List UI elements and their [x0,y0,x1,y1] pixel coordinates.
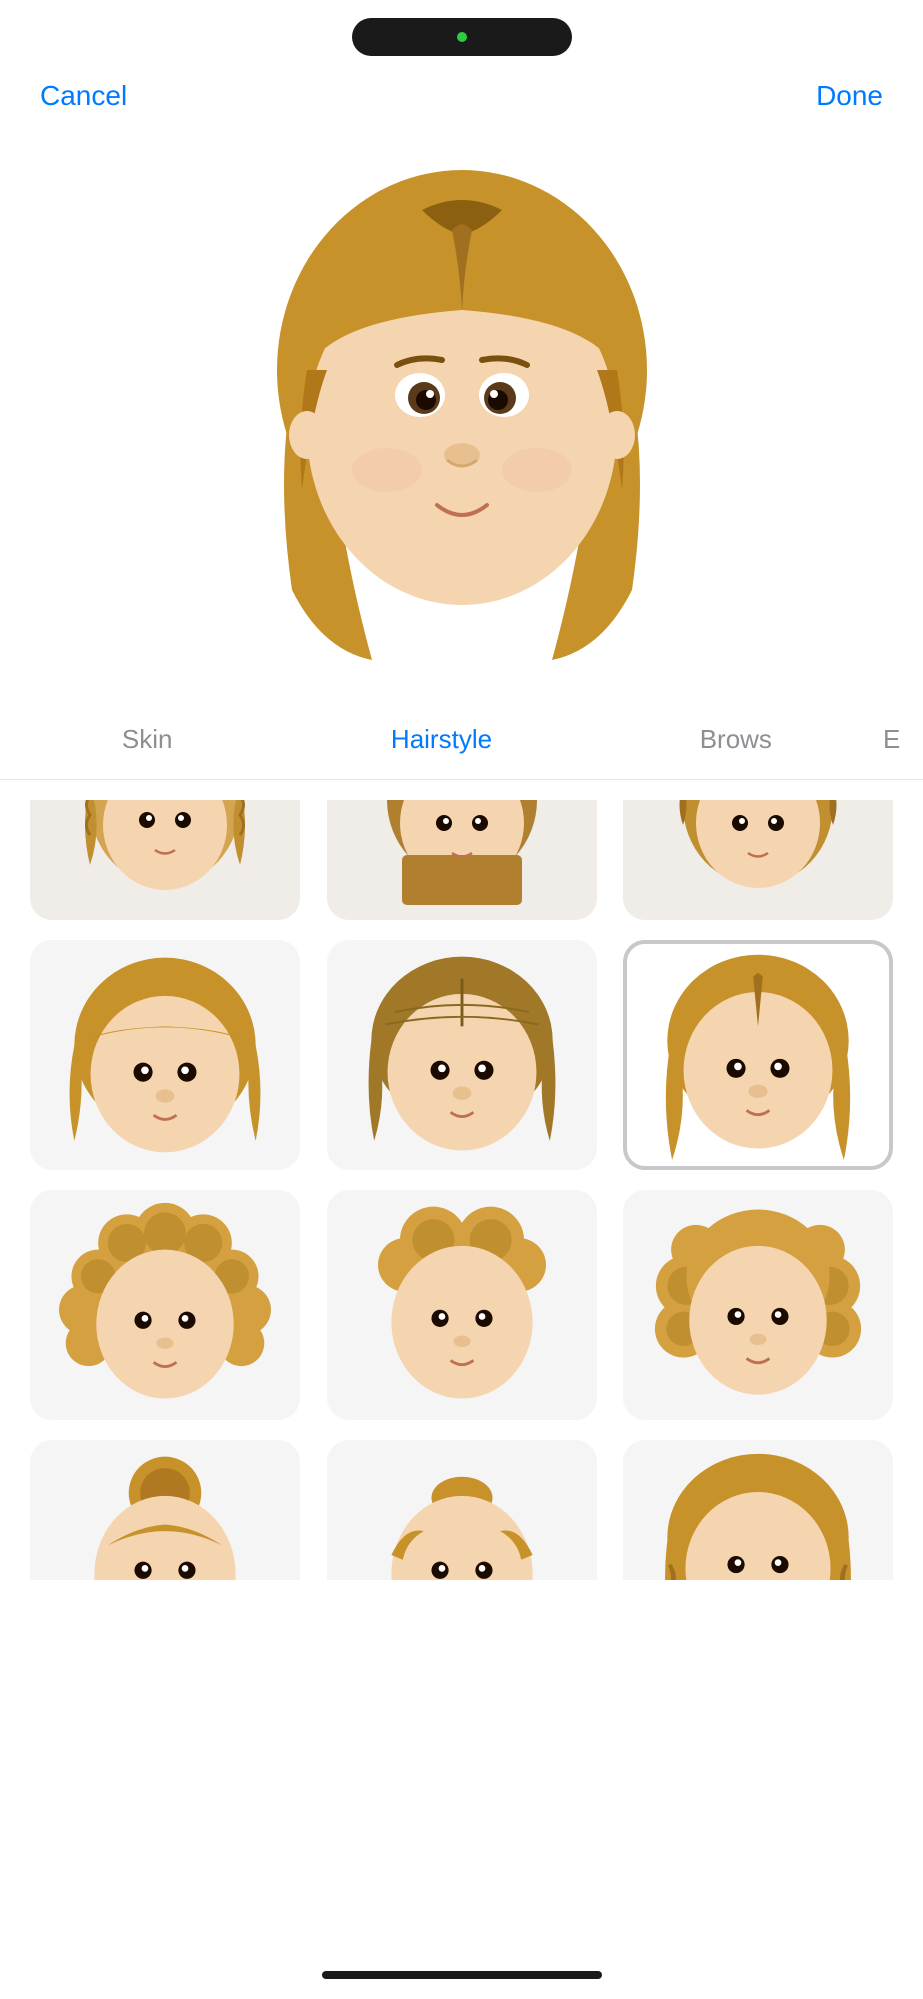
hair-cell-h4[interactable] [30,940,300,1170]
hair-cell-h1[interactable] [30,800,300,920]
hair-row-2 [30,940,893,1170]
hair-cell-h10[interactable] [30,1440,300,1580]
hair-cell-h11[interactable] [327,1440,597,1580]
header: Cancel Done [0,80,923,112]
avatar-preview [0,140,923,700]
hair-cell-h12[interactable] [623,1440,893,1580]
memoji-display [242,170,682,670]
hair-row-partial-top [30,800,893,920]
tab-more-partial: E [883,714,923,765]
hair-cell-h5[interactable] [327,940,597,1170]
hair-cell-h6[interactable] [623,940,893,1170]
tab-hairstyle[interactable]: Hairstyle [294,714,588,765]
dynamic-island [352,18,572,56]
tab-skin[interactable]: Skin [0,714,294,765]
hair-cell-h3[interactable] [623,800,893,920]
tab-brows[interactable]: Brows [589,714,883,765]
hair-row-3 [30,1190,893,1420]
hair-cell-h8[interactable] [327,1190,597,1420]
tab-bar: Skin Hairstyle Brows E [0,700,923,780]
cancel-button[interactable]: Cancel [40,80,127,112]
hair-cell-h7[interactable] [30,1190,300,1420]
hair-cell-h2[interactable] [327,800,597,920]
hair-cell-h9[interactable] [623,1190,893,1420]
camera-dot [457,32,467,42]
done-button[interactable]: Done [816,80,883,112]
home-indicator [322,1971,602,1979]
hairstyle-grid [0,780,923,1620]
hair-row-partial-bottom [30,1440,893,1580]
